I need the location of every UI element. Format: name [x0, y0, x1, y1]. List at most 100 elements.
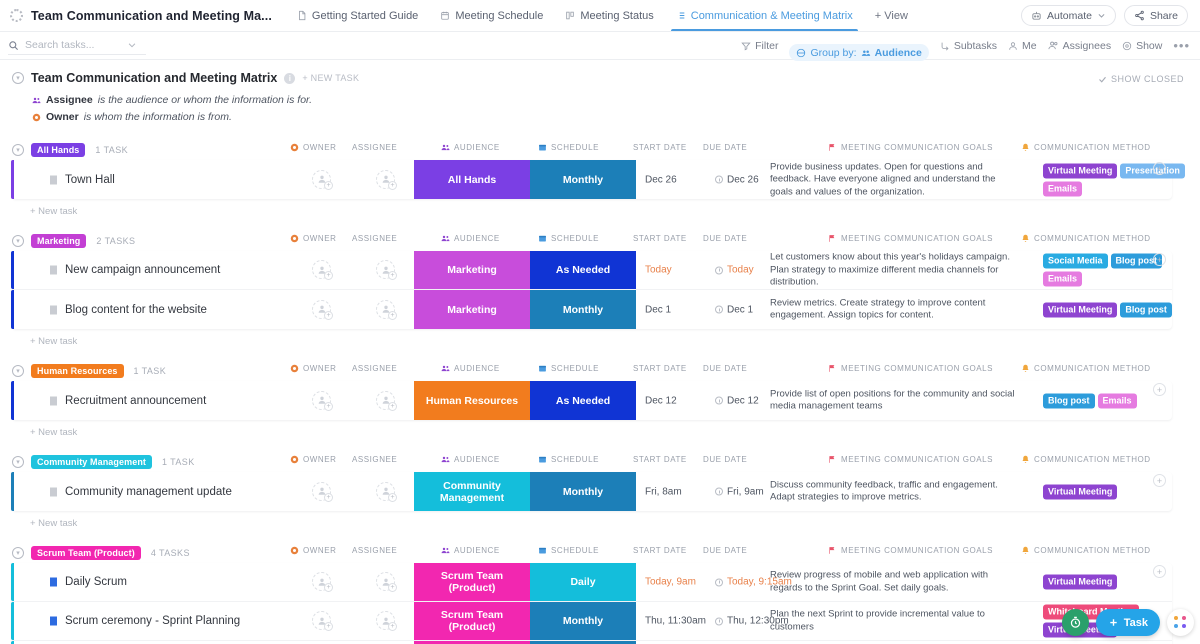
- column-header-method[interactable]: COMMUNICATION METHOD: [1021, 364, 1151, 373]
- show-closed-button[interactable]: SHOW CLOSED: [1098, 74, 1184, 84]
- column-header-assignee[interactable]: ASSIGNEE: [352, 364, 397, 373]
- priority-flag-icon[interactable]: [50, 396, 57, 405]
- column-header-audience[interactable]: AUDIENCE: [441, 234, 500, 243]
- schedule-cell[interactable]: As Needed: [530, 251, 636, 289]
- start-date-cell[interactable]: Dec 26: [645, 174, 677, 185]
- start-date-cell[interactable]: Fri, 8am: [645, 486, 682, 497]
- search-input[interactable]: [25, 39, 121, 51]
- due-date-cell[interactable]: Fri, 9am: [715, 486, 764, 497]
- start-date-cell[interactable]: Dec 12: [645, 395, 677, 406]
- owner-avatar[interactable]: +: [312, 169, 333, 190]
- column-header-owner[interactable]: OWNER: [290, 455, 336, 464]
- collapse-list-icon[interactable]: ▾: [12, 72, 24, 84]
- add-task-button[interactable]: Task: [1095, 609, 1160, 636]
- column-header-method[interactable]: COMMUNICATION METHOD: [1021, 143, 1151, 152]
- method-tag[interactable]: Virtual Meeting: [1043, 484, 1118, 499]
- show-button[interactable]: Show: [1122, 40, 1162, 52]
- due-date-cell[interactable]: Dec 26: [715, 174, 759, 185]
- method-tag[interactable]: Blog post: [1043, 393, 1095, 408]
- column-header-audience[interactable]: AUDIENCE: [441, 143, 500, 152]
- priority-flag-icon[interactable]: [50, 577, 57, 587]
- column-header-schedule[interactable]: SCHEDULE: [538, 234, 599, 243]
- audience-cell[interactable]: All Hands: [414, 160, 530, 199]
- method-tag[interactable]: Virtual Meeting: [1043, 302, 1118, 317]
- assignee-avatar[interactable]: +: [376, 299, 397, 320]
- column-header-due_date[interactable]: DUE DATE: [703, 455, 747, 464]
- table-row[interactable]: Town Hall + + All Hands Monthly Dec 26 Dec 26 P…: [11, 160, 1185, 199]
- column-header-schedule[interactable]: SCHEDULE: [538, 546, 599, 555]
- column-header-owner[interactable]: OWNER: [290, 234, 336, 243]
- column-header-due_date[interactable]: DUE DATE: [703, 546, 747, 555]
- column-header-assignee[interactable]: ASSIGNEE: [352, 455, 397, 464]
- add-view-button[interactable]: + View: [864, 0, 919, 31]
- table-row[interactable]: Scrum ceremony - Sprint Planning + + Scrum …: [11, 602, 1172, 641]
- column-header-goals[interactable]: MEETING COMMUNICATION GOALS: [828, 364, 993, 373]
- audience-cell[interactable]: Community Management: [414, 472, 530, 511]
- document-title-area[interactable]: Team Communication and Meeting Ma...: [0, 0, 286, 31]
- timer-button[interactable]: [1061, 609, 1089, 636]
- task-name[interactable]: Daily Scrum: [65, 575, 127, 589]
- method-tag[interactable]: Blog post: [1120, 302, 1172, 317]
- task-name[interactable]: Town Hall: [65, 173, 115, 187]
- column-header-schedule[interactable]: SCHEDULE: [538, 143, 599, 152]
- assignee-avatar[interactable]: +: [376, 481, 397, 502]
- column-header-audience[interactable]: AUDIENCE: [441, 364, 500, 373]
- priority-flag-icon[interactable]: [50, 175, 57, 184]
- new-task-row-button[interactable]: + New task: [0, 511, 1200, 529]
- tab-getting-started-guide[interactable]: Getting Started Guide: [286, 0, 429, 31]
- search-box[interactable]: [8, 37, 146, 55]
- column-header-audience[interactable]: AUDIENCE: [441, 546, 500, 555]
- start-date-cell[interactable]: Today: [645, 265, 672, 276]
- assignee-avatar[interactable]: +: [376, 572, 397, 592]
- column-header-assignee[interactable]: ASSIGNEE: [352, 143, 397, 152]
- more-options-button[interactable]: •••: [1173, 38, 1190, 53]
- column-header-start_date[interactable]: START DATE: [633, 364, 687, 373]
- assignees-button[interactable]: Assignees: [1048, 40, 1111, 52]
- column-header-method[interactable]: COMMUNICATION METHOD: [1021, 455, 1151, 464]
- subtasks-button[interactable]: Subtasks: [940, 40, 997, 52]
- meeting-goal-cell[interactable]: Discuss community feedback, traffic and …: [770, 479, 1015, 504]
- meeting-goal-cell[interactable]: Plan the next Sprint to provide incremen…: [770, 609, 1015, 634]
- audience-cell[interactable]: Scrum Team (Product): [414, 602, 530, 640]
- column-header-start_date[interactable]: START DATE: [633, 455, 687, 464]
- method-tag[interactable]: Emails: [1043, 271, 1083, 287]
- column-header-audience[interactable]: AUDIENCE: [441, 455, 500, 464]
- priority-flag-icon[interactable]: [50, 616, 57, 626]
- schedule-cell[interactable]: Daily: [530, 563, 636, 601]
- new-task-button[interactable]: + NEW TASK: [302, 73, 359, 83]
- apps-grid-button[interactable]: [1167, 609, 1194, 636]
- priority-flag-icon[interactable]: [50, 265, 57, 275]
- column-header-start_date[interactable]: START DATE: [633, 234, 687, 243]
- column-header-goals[interactable]: MEETING COMMUNICATION GOALS: [828, 143, 993, 152]
- owner-avatar[interactable]: +: [312, 611, 333, 631]
- assignee-avatar[interactable]: +: [376, 260, 397, 280]
- table-row[interactable]: Community management update + + Community M…: [11, 472, 1172, 511]
- assignee-avatar[interactable]: +: [376, 611, 397, 631]
- owner-avatar[interactable]: +: [312, 572, 333, 592]
- meeting-goal-cell[interactable]: Review metrics. Create strategy to impro…: [770, 297, 1015, 322]
- column-header-assignee[interactable]: ASSIGNEE: [352, 546, 397, 555]
- add-column-button[interactable]: +: [1153, 474, 1166, 487]
- schedule-cell[interactable]: As Needed: [530, 381, 636, 420]
- column-header-method[interactable]: COMMUNICATION METHOD: [1021, 546, 1151, 555]
- add-column-button[interactable]: +: [1153, 253, 1166, 266]
- column-header-goals[interactable]: MEETING COMMUNICATION GOALS: [828, 546, 993, 555]
- owner-avatar[interactable]: +: [312, 299, 333, 320]
- task-name[interactable]: Scrum ceremony - Sprint Planning: [65, 614, 240, 628]
- me-button[interactable]: Me: [1008, 40, 1037, 52]
- meeting-goal-cell[interactable]: Let customers know about this year's hol…: [770, 251, 1015, 289]
- new-task-row-button[interactable]: + New task: [0, 199, 1200, 217]
- owner-avatar[interactable]: +: [312, 390, 333, 411]
- method-tag[interactable]: Social Media: [1043, 253, 1108, 269]
- task-name[interactable]: New campaign announcement: [65, 263, 220, 277]
- task-name[interactable]: Blog content for the website: [65, 303, 207, 317]
- table-row[interactable]: Blog content for the website + + Marketing M…: [11, 290, 1172, 329]
- column-header-owner[interactable]: OWNER: [290, 143, 336, 152]
- add-column-button[interactable]: +: [1153, 383, 1166, 396]
- meeting-goal-cell[interactable]: Provide list of open positions for the c…: [770, 388, 1015, 413]
- due-date-cell[interactable]: Today: [715, 265, 754, 276]
- audience-cell[interactable]: Marketing: [414, 290, 530, 329]
- assignee-avatar[interactable]: +: [376, 169, 397, 190]
- schedule-cell[interactable]: Monthly: [530, 290, 636, 329]
- tab-communication-meeting-matrix[interactable]: Communication & Meeting Matrix: [665, 0, 864, 31]
